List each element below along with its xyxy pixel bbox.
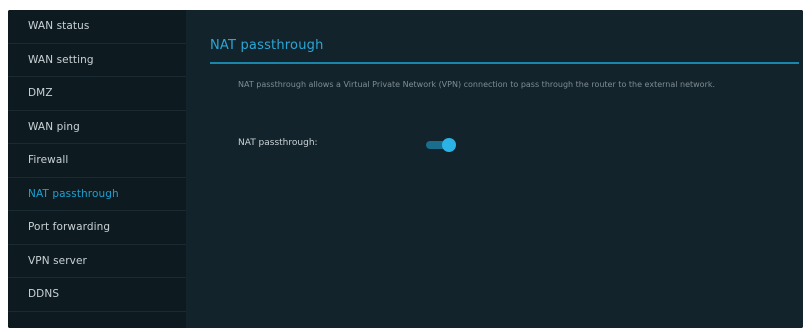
sidebar-item-ddns[interactable]: DDNS [8, 278, 186, 312]
page-title: NAT passthrough [210, 38, 324, 53]
sidebar-item-wan-ping[interactable]: WAN ping [8, 111, 186, 144]
sidebar-item-nat-passthrough[interactable]: NAT passthrough [8, 178, 186, 211]
title-divider [210, 62, 799, 64]
sidebar-item-wan-status[interactable]: WAN status [8, 10, 186, 44]
nat-passthrough-label: NAT passthrough: [238, 138, 318, 148]
sidebar-item-dmz[interactable]: DMZ [8, 77, 186, 111]
sidebar-item-vpn-server[interactable]: VPN server [8, 245, 186, 278]
main-panel: NAT passthrough NAT passthrough allows a… [186, 10, 803, 328]
router-settings-window: WAN status WAN setting DMZ WAN ping Fire… [8, 10, 803, 328]
sidebar-item-wan-setting[interactable]: WAN setting [8, 44, 186, 77]
toggle-knob [442, 138, 456, 152]
sidebar: WAN status WAN setting DMZ WAN ping Fire… [8, 10, 186, 328]
description-text: NAT passthrough allows a Virtual Private… [238, 80, 716, 89]
sidebar-item-firewall[interactable]: Firewall [8, 144, 186, 178]
nat-passthrough-toggle[interactable] [426, 138, 456, 152]
sidebar-item-port-forwarding[interactable]: Port forwarding [8, 211, 186, 245]
